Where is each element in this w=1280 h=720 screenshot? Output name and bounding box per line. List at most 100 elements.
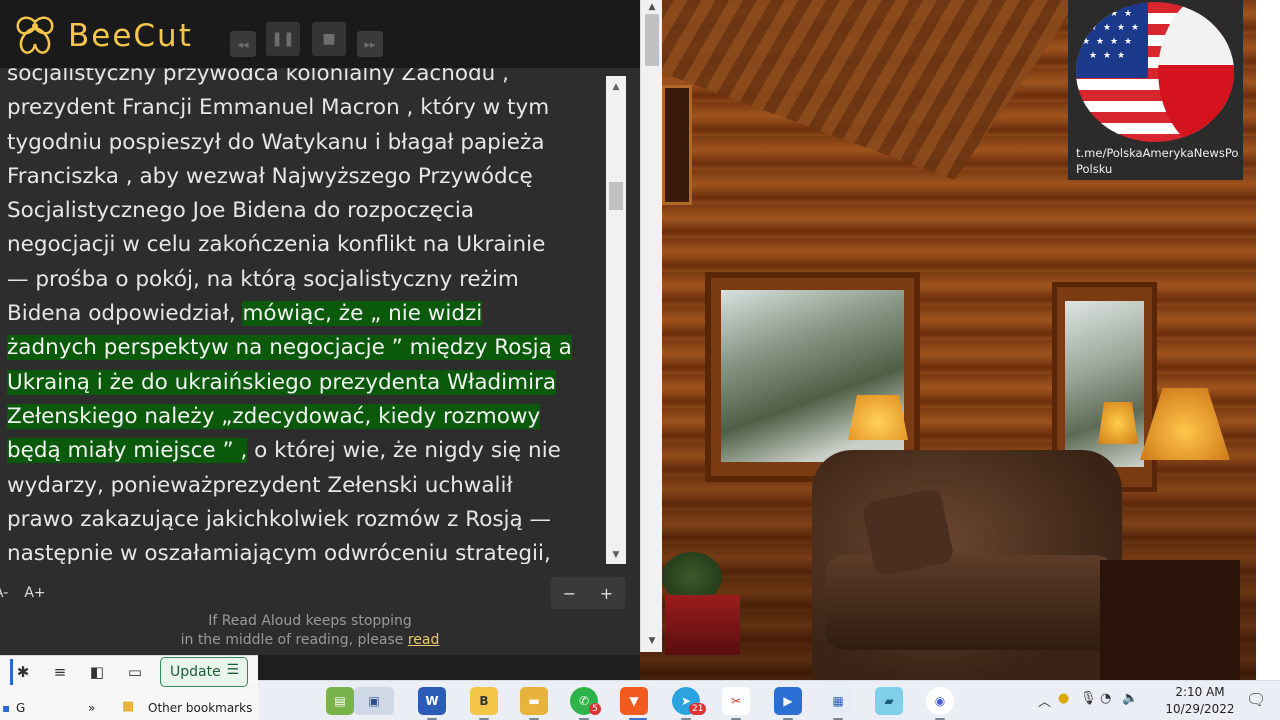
rate-plus-button[interactable]: +	[600, 584, 613, 603]
microphone-icon[interactable]: 🎙	[1080, 691, 1097, 706]
pause-icon: ❚❚	[271, 31, 295, 47]
text-segment: następnie w oszałamiającym odwróceniu st…	[7, 541, 551, 564]
extensions-icon[interactable]: ✱	[10, 659, 36, 685]
lamp-middle	[1098, 402, 1138, 444]
forward-icon: ▸▸	[364, 37, 376, 51]
highlighted-text: mówiąc, że „ nie widzi	[242, 301, 483, 327]
hint-line-2: in the middle of reading, please	[180, 632, 404, 648]
telegram-badge: 21	[689, 703, 707, 715]
screen: ★ ★ ★ ★ ★ ★ ★ ★ ★ ★ ★ ★ ★ ★ ★ t.me/PolskaAmerykaNew…	[0, 0, 1280, 720]
text-line: Bidena odpowiedział, mówiąc, że „ nie wi…	[7, 297, 606, 331]
reading-list-icon[interactable]: ≡	[47, 659, 73, 685]
sidebar-icon[interactable]: ◧	[84, 659, 110, 685]
text-line: Franciszka , aby wezwał Najwyższego Przy…	[7, 160, 606, 194]
recorder-toolbar: BeeCut ◂◂ ❚❚ ■ ▸▸	[0, 0, 640, 68]
volume-icon[interactable]: 🔈	[1122, 691, 1138, 706]
font-increase-button[interactable]: A+	[24, 585, 45, 601]
tray-expand-icon[interactable]: ︿	[1038, 691, 1051, 710]
rewind-button[interactable]: ◂◂	[230, 31, 256, 57]
page-scroll-thumb[interactable]	[645, 14, 659, 66]
clock-time: 2:10 AM	[1175, 685, 1225, 699]
brave-icon[interactable]: ▼	[620, 687, 648, 715]
word-icon[interactable]: W	[418, 687, 446, 715]
text-segment: Bidena odpowiedział,	[7, 301, 243, 327]
logo-text: BeeCut	[68, 18, 193, 54]
text-line: następnie w oszałamiającym odwróceniu st…	[7, 537, 606, 564]
font-size-controls: A- A+	[0, 578, 69, 608]
tray-app-icon[interactable]: ●	[1058, 691, 1069, 706]
read-aloud-panel: BeeCut ◂◂ ❚❚ ■ ▸▸ socjalistyczny przywód…	[0, 0, 640, 655]
text-line: Zełenskiego należy „zdecydować, kiedy ro…	[7, 400, 606, 434]
page-scroll-up-icon[interactable]: ▲	[646, 2, 658, 12]
text-scrollbar[interactable]: ▲ ▼	[606, 76, 626, 564]
other-bookmarks[interactable]: Other bookmarks	[148, 701, 252, 715]
menu-icon: ☰	[226, 662, 239, 678]
text-line: wydarzy, ponieważprezydent Zełenski uchw…	[7, 469, 606, 503]
highlighted-text: będą miały miejsce ” ,	[7, 438, 248, 464]
beecut-taskbar-icon[interactable]: B	[470, 687, 498, 715]
beecut-logo: BeeCut	[8, 16, 203, 56]
text-segment: o której wie, że nigdy się nie	[247, 438, 561, 464]
bookmarks-bar: ▪ G » ■ Other bookmarks	[0, 697, 258, 720]
text-segment: wydarzy, ponieważprezydent Zełenski uchw…	[7, 472, 513, 498]
highlighted-text: Zełenskiego należy „zdecydować, kiedy ro…	[7, 403, 541, 429]
right-edge-panel	[1256, 0, 1280, 680]
folder-icon: ■	[122, 699, 135, 714]
flag-icon: ★ ★ ★ ★ ★ ★ ★ ★ ★ ★ ★ ★ ★ ★ ★	[1076, 2, 1234, 142]
text-line: tygodniu pospieszył do Watykanu i błagał…	[7, 126, 606, 160]
bookmarks-overflow-button[interactable]: »	[88, 701, 95, 715]
channel-badge: ★ ★ ★ ★ ★ ★ ★ ★ ★ ★ ★ ★ ★ ★ ★ t.me/PolskaAmerykaNew…	[1068, 0, 1243, 180]
rate-minus-button[interactable]: −	[563, 584, 576, 603]
lamp-left	[848, 395, 908, 440]
highlighted-text: Ukrainą i że do ukraińskiego prezydenta …	[7, 369, 557, 395]
text-line: Ukrainą i że do ukraińskiego prezydenta …	[7, 366, 606, 400]
stop-icon: ■	[322, 31, 336, 47]
font-decrease-button[interactable]: A-	[0, 585, 8, 601]
reading-text-area[interactable]: socjalistyczny przywódca kolonialny Zach…	[0, 68, 606, 564]
text-line: socjalistyczny przywódca kolonialny Zach…	[7, 68, 606, 91]
scroll-up-icon[interactable]: ▲	[610, 82, 622, 92]
highlighted-text: żadnych perspektyw na negocjacje ” międz…	[7, 335, 572, 361]
update-label: Update	[170, 664, 221, 680]
side-table	[1100, 560, 1240, 680]
scissors-app-icon[interactable]: ✂	[722, 687, 750, 715]
video-app-icon[interactable]: ▶	[774, 687, 802, 715]
wallet-icon[interactable]: ▭	[122, 659, 148, 685]
whatsapp-badge: 5	[589, 703, 601, 715]
stop-button[interactable]: ■	[312, 22, 346, 56]
update-button[interactable]: Update ☰	[160, 657, 248, 687]
rewind-icon: ◂◂	[237, 37, 249, 51]
app-chart-icon[interactable]: ▤	[326, 687, 354, 715]
notifications-icon[interactable]: 🗨	[1246, 690, 1266, 709]
clock[interactable]: 2:10 AM 10/29/2022	[1160, 684, 1240, 718]
text-segment: prawo zakazujące jakichkolwiek rozmów z …	[7, 506, 552, 532]
text-segment: tygodniu pospieszył do Watykanu i błagał…	[7, 129, 545, 155]
scroll-down-icon[interactable]: ▼	[610, 550, 622, 560]
obs-icon[interactable]: ◉	[926, 687, 954, 715]
wall-picture	[662, 85, 692, 205]
image-editor-icon[interactable]: ▦	[824, 687, 852, 715]
app-screen-recorder-icon[interactable]: ▣	[354, 687, 394, 715]
page-scrollbar[interactable]: ▲ ▼	[640, 0, 662, 652]
wifi-icon[interactable]: ◔	[1100, 691, 1111, 706]
text-scroll-thumb[interactable]	[609, 182, 623, 210]
hint-read-link[interactable]: read	[408, 632, 440, 648]
rate-controls: − +	[551, 577, 625, 609]
pause-button[interactable]: ❚❚	[266, 22, 300, 56]
text-segment: prezydent Francji Emmanuel Macron , któr…	[7, 95, 550, 121]
bookmark-favicon-icon: ▪	[2, 701, 11, 715]
text-line: będą miały miejsce ” , o której wie, że …	[7, 434, 606, 468]
clock-date: 10/29/2022	[1165, 702, 1235, 716]
text-segment: socjalistyczny przywódca kolonialny Zach…	[7, 68, 509, 86]
forward-button[interactable]: ▸▸	[357, 31, 383, 57]
text-line: — prośba o pokój, na którą socjalistyczn…	[7, 263, 606, 297]
file-explorer-icon[interactable]: ▬	[520, 687, 548, 715]
text-lines: socjalistyczny przywódca kolonialny Zach…	[7, 68, 606, 564]
page-scroll-down-icon[interactable]: ▼	[646, 636, 658, 646]
bookmark-g[interactable]: G	[16, 701, 25, 715]
notes-app-icon[interactable]: ▰	[875, 687, 903, 715]
red-box	[665, 595, 740, 655]
hint-line-1: If Read Aloud keeps stopping	[208, 613, 412, 629]
hint-text: If Read Aloud keeps stopping in the midd…	[120, 612, 500, 650]
text-line: prezydent Francji Emmanuel Macron , któr…	[7, 91, 606, 125]
